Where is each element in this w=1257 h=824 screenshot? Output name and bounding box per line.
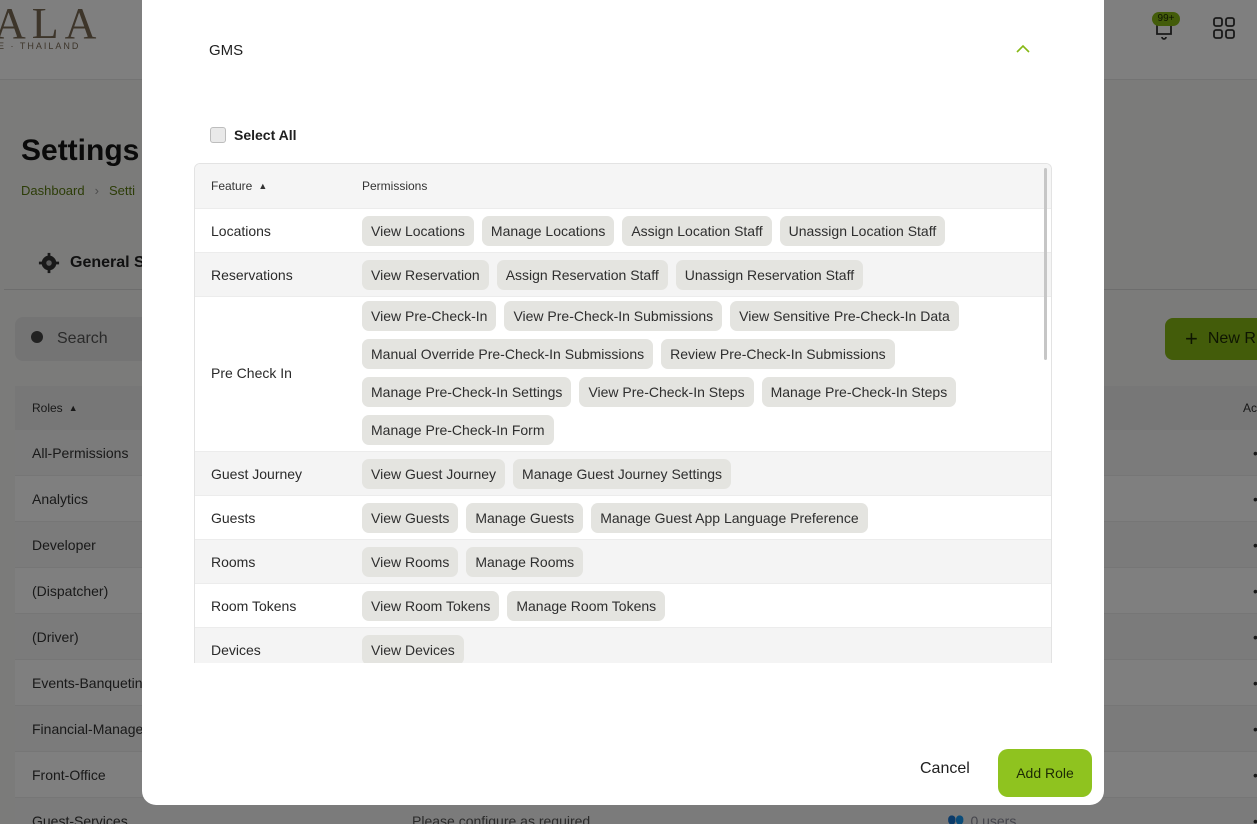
feature-name: Guests — [211, 509, 256, 526]
permissions-table-header: Feature ▲ Permissions — [195, 164, 1051, 208]
permission-chip[interactable]: Manage Guest App Language Preference — [591, 502, 868, 533]
table-row: Guest Journey View Guest Journey Manage Gu… — [195, 451, 1051, 495]
permission-chip[interactable]: Manage Pre-Check-In Steps — [761, 377, 957, 407]
select-all-checkbox[interactable]: Select All — [210, 127, 297, 143]
table-row: Reservations View Reservation Assign Reser… — [195, 252, 1051, 296]
permission-chip[interactable]: Manage Room Tokens — [507, 590, 666, 621]
table-row: Guests View Guests Manage Guests Manage Gue… — [195, 495, 1051, 539]
permission-chip[interactable]: Assign Location Staff — [622, 215, 772, 246]
permission-chips: View Rooms Manage Rooms — [362, 546, 1002, 577]
permission-chip[interactable]: Manage Guest Journey Settings — [513, 458, 732, 489]
sort-asc-icon: ▲ — [258, 181, 268, 191]
permission-chip[interactable]: View Pre-Check-In Submissions — [504, 301, 723, 331]
cancel-button[interactable]: Cancel — [920, 760, 970, 778]
chevron-up-icon[interactable] — [1016, 44, 1030, 54]
section-title-gms[interactable]: GMS — [209, 42, 243, 59]
permission-chip[interactable]: Manage Rooms — [466, 546, 584, 577]
permission-chips: View Guest Journey Manage Guest Journey S… — [362, 458, 1002, 489]
add-role-modal: GMS Select All Feature ▲ Permissions Loc… — [142, 0, 1104, 805]
permission-chip[interactable]: View Sensitive Pre-Check-In Data — [730, 301, 959, 331]
permission-chip[interactable]: Manage Pre-Check-In Form — [362, 415, 554, 445]
permission-chip[interactable]: View Guest Journey — [362, 458, 506, 489]
feature-name: Devices — [211, 641, 261, 658]
permission-chips: View Devices — [362, 634, 1002, 663]
permission-chip[interactable]: Manual Override Pre-Check-In Submissions — [362, 339, 654, 369]
permission-chip[interactable]: View Guests — [362, 502, 459, 533]
add-role-button[interactable]: Add Role — [998, 749, 1092, 797]
permissions-table-body: Locations View Locations Manage Locations A… — [195, 208, 1051, 663]
feature-name: Guest Journey — [211, 465, 303, 482]
feature-name: Locations — [211, 222, 271, 239]
permission-chip[interactable]: Review Pre-Check-In Submissions — [661, 339, 895, 369]
scrollbar[interactable] — [1044, 168, 1047, 360]
permission-chip[interactable]: Unassign Reservation Staff — [675, 259, 864, 290]
permission-chips: View Pre-Check-In View Pre-Check-In Submi… — [362, 301, 1002, 445]
table-row: Locations View Locations Manage Locations A… — [195, 208, 1051, 252]
permission-chip[interactable]: Manage Guests — [466, 502, 584, 533]
table-row: Room Tokens View Room Tokens Manage Room T… — [195, 583, 1051, 627]
permission-chip[interactable]: View Devices — [362, 634, 464, 663]
permission-chips: View Room Tokens Manage Room Tokens — [362, 590, 1002, 621]
feature-header-label: Feature — [211, 179, 253, 193]
feature-name: Reservations — [211, 266, 293, 283]
select-all-label: Select All — [234, 127, 297, 143]
permissions-column-header: Permissions — [362, 179, 428, 193]
table-row: Devices View Devices — [195, 627, 1051, 663]
permission-chips: View Locations Manage Locations Assign Loc… — [362, 215, 1002, 246]
permission-chip[interactable]: View Reservation — [362, 259, 489, 290]
permissions-table: Feature ▲ Permissions Locations View Loca… — [194, 163, 1052, 663]
permission-chip[interactable]: View Pre-Check-In — [362, 301, 497, 331]
permission-chip[interactable]: Manage Pre-Check-In Settings — [362, 377, 572, 407]
permission-chip[interactable]: View Rooms — [362, 546, 459, 577]
permission-chip[interactable]: Manage Locations — [481, 215, 615, 246]
permission-chip[interactable]: Assign Reservation Staff — [496, 259, 668, 290]
permission-chips: View Reservation Assign Reservation Staff… — [362, 259, 1002, 290]
permission-chips: View Guests Manage Guests Manage Guest App… — [362, 502, 1002, 533]
permission-chip[interactable]: View Locations — [362, 215, 474, 246]
feature-name: Pre Check In — [211, 365, 292, 381]
feature-column-header[interactable]: Feature ▲ — [211, 179, 267, 193]
table-row: Pre Check In View Pre-Check-In View Pre-Ch… — [195, 296, 1051, 451]
checkbox[interactable] — [210, 127, 226, 143]
feature-name: Rooms — [211, 553, 256, 570]
permission-chip[interactable]: View Pre-Check-In Steps — [579, 377, 754, 407]
feature-name: Room Tokens — [211, 597, 297, 614]
permission-chip[interactable]: View Room Tokens — [362, 590, 500, 621]
table-row: Rooms View Rooms Manage Rooms — [195, 539, 1051, 583]
permission-chip[interactable]: Unassign Location Staff — [779, 215, 946, 246]
